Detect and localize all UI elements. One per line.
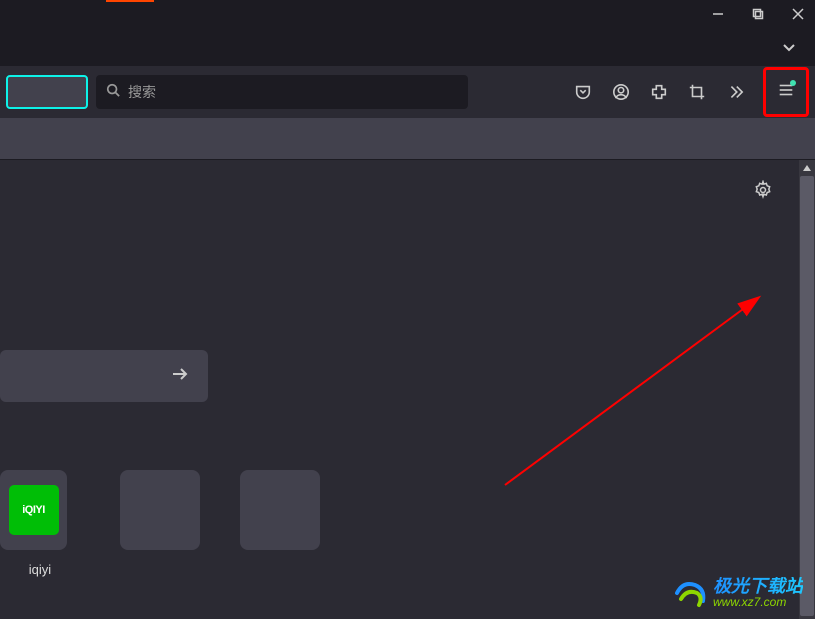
watermark-url: www.xz7.com [713,596,803,609]
toolbar-icons [573,67,809,117]
watermark-title: 极光下载站 [713,577,803,597]
app-menu-button[interactable] [763,67,809,117]
toolbar: 搜索 [0,66,815,118]
notification-dot [790,80,796,86]
annotation-arrow [500,280,780,500]
shortcut-tile[interactable] [240,470,320,577]
titlebar [0,0,815,28]
bookmark-bar [0,118,815,160]
scrollbar-thumb[interactable] [800,176,814,616]
overflow-icon[interactable] [725,82,745,102]
maximize-button[interactable] [749,5,767,23]
shortcut-tiles: iQIYI iqiyi [0,470,320,577]
tile-label: iqiyi [29,562,51,577]
watermark-logo-icon [673,575,709,611]
content-area: iQIYI iqiyi 极光下载 [0,160,815,619]
search-box[interactable]: 搜索 [96,75,468,109]
arrow-right-icon [170,364,190,389]
search-icon [106,83,120,102]
settings-button[interactable] [751,178,775,202]
tabs-dropdown-button[interactable] [779,37,799,57]
iqiyi-logo-icon: iQIYI [9,485,59,535]
account-icon[interactable] [611,82,631,102]
homepage-search-bar[interactable] [0,350,208,402]
scrollbar[interactable] [799,160,815,619]
address-bar[interactable] [6,75,88,109]
window-controls [709,5,807,23]
shortcut-tile-iqiyi[interactable]: iQIYI iqiyi [0,470,80,577]
watermark: 极光下载站 www.xz7.com [673,575,803,611]
extensions-icon[interactable] [649,82,669,102]
screenshot-icon[interactable] [687,82,707,102]
search-placeholder: 搜索 [128,82,156,102]
shortcut-tile[interactable] [120,470,200,577]
close-button[interactable] [789,5,807,23]
tab-bar [0,28,815,66]
scroll-up-icon[interactable] [799,160,815,176]
pocket-icon[interactable] [573,82,593,102]
minimize-button[interactable] [709,5,727,23]
tab-indicator [106,0,154,2]
